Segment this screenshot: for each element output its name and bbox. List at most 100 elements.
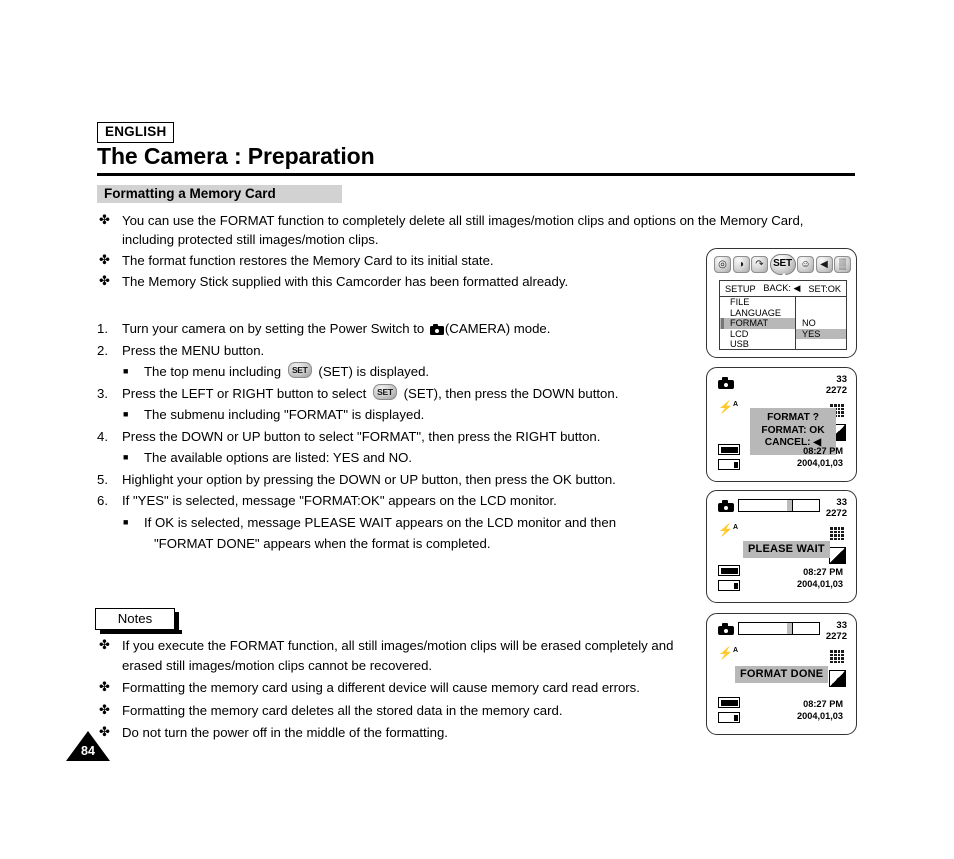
- camera-icon: [718, 623, 734, 635]
- playback-icon[interactable]: ↷: [751, 256, 768, 273]
- time-stamp: 08:27 PM: [803, 698, 843, 709]
- step-text: Highlight your option by pressing the DO…: [122, 471, 616, 487]
- flash-mode-label: A: [732, 401, 739, 408]
- date-stamp: 2004,01,03: [797, 710, 843, 721]
- bullet-icon: ✤: [99, 679, 110, 694]
- list-item: ✤ Formatting the memory card deletes all…: [97, 701, 697, 721]
- lcd-screen-format-prompt: ⚡A 33 2272 FORMAT ? FORMAT: OK CANCEL: ◀…: [706, 367, 857, 482]
- step-number: 4.: [97, 428, 108, 444]
- battery-empty-icon: [718, 580, 740, 591]
- flash-mode-label: A: [732, 524, 739, 531]
- image-quality-icon: [829, 670, 846, 687]
- time-stamp: 08:27 PM: [803, 445, 843, 456]
- speaker-glyph: ◀: [820, 258, 828, 270]
- shots-remaining: 33: [836, 497, 847, 508]
- resolution-label: 2272: [825, 385, 847, 396]
- list-item-text: If you execute the FORMAT function, all …: [122, 638, 674, 673]
- page-title: The Camera : Preparation: [97, 143, 375, 169]
- sub-step-text: The available options are listed: YES an…: [144, 450, 413, 465]
- step-number: 5.: [97, 471, 108, 487]
- menu-header-back: BACK: ◀: [763, 283, 801, 293]
- list-item-text: Do not turn the power off in the middle …: [122, 725, 448, 740]
- option-yes[interactable]: YES: [796, 328, 846, 339]
- flash-auto-icon: ⚡A: [718, 400, 739, 414]
- sub-step-item: ■ The top menu including (SET) is displa…: [97, 361, 697, 383]
- menu-item-file[interactable]: FILE: [720, 297, 795, 308]
- flash-mode-label: A: [732, 647, 739, 654]
- numbered-steps: 1. Turn your camera on by setting the Po…: [97, 318, 697, 555]
- square-bullet-icon: ■: [123, 452, 129, 462]
- menu-item-lcd[interactable]: LCD: [720, 329, 795, 340]
- user-profile-glyph: ☺: [800, 258, 811, 270]
- camera-icon: [718, 500, 734, 512]
- camera-mode-icon[interactable]: ◎: [714, 256, 731, 273]
- user-profile-icon[interactable]: ☺: [797, 256, 814, 273]
- step-text-cont: (CAMERA) mode.: [444, 321, 551, 336]
- page-number-marker: 84: [66, 731, 110, 761]
- list-item: ✤ Formatting the memory card using a dif…: [97, 678, 697, 698]
- set-menu-icon[interactable]: [769, 254, 796, 275]
- speaker-icon[interactable]: ◀: [815, 256, 833, 273]
- lcd-screen-setup-menu: ◎ ◑ ↷ ☺ ◀ ▒ SETUP BACK: ◀ SET:OK FILE LA…: [706, 248, 857, 358]
- grid-icon[interactable]: ▒: [834, 256, 851, 273]
- square-bullet-icon: ■: [123, 516, 129, 527]
- step-number: 3.: [97, 385, 108, 401]
- step-number: 1.: [97, 321, 108, 336]
- battery-full-icon: [718, 697, 740, 708]
- lcd-screen-format-done: ⚡A 33 2272 FORMAT DONE 08:27 PM 2004,01,…: [706, 613, 857, 735]
- language-badge: ENGLISH: [97, 122, 175, 143]
- shots-remaining: 33: [836, 620, 847, 631]
- section-header-label: Formatting a Memory Card: [104, 186, 276, 201]
- camera-icon: [718, 377, 734, 389]
- step-text: Press the MENU button.: [122, 342, 265, 358]
- set-chip-icon: [372, 383, 397, 400]
- progress-bar: [738, 498, 820, 513]
- status-message: FORMAT DONE: [735, 666, 829, 683]
- resolution-label: 2272: [825, 508, 847, 519]
- sub-step-text: If OK is selected, message PLEASE WAIT a…: [144, 514, 617, 530]
- list-item-text: The Memory Stick supplied with this Camc…: [122, 274, 569, 289]
- self-timer-icon[interactable]: ◑: [732, 256, 750, 273]
- resolution-label: 2272: [825, 631, 847, 642]
- step-text-cont: (SET), then press the DOWN button.: [399, 385, 619, 401]
- sub-step-item: ■ The available options are listed: YES …: [97, 447, 697, 469]
- battery-full-icon: [718, 565, 740, 576]
- square-bullet-icon: ■: [123, 409, 129, 419]
- step-text: Turn your camera on by setting the Power…: [122, 321, 428, 336]
- progress-divider: [792, 621, 794, 636]
- list-item-text: Formatting the memory card deletes all t…: [122, 702, 563, 718]
- step-text: Press the LEFT or RIGHT button to select: [122, 385, 370, 401]
- step-item: 4. Press the DOWN or UP button to select…: [97, 426, 697, 448]
- battery-empty-icon: [718, 459, 740, 470]
- page-number: 84: [81, 744, 95, 758]
- option-no[interactable]: NO: [796, 318, 846, 329]
- time-stamp: 08:27 PM: [803, 566, 843, 577]
- progress-divider: [792, 498, 794, 513]
- progress-bar: [738, 621, 820, 636]
- menu-item-format[interactable]: FORMAT: [720, 318, 795, 329]
- playback-glyph: ↷: [755, 258, 764, 270]
- sub-step-text: The submenu including "FORMAT" is displa…: [144, 407, 425, 422]
- sub-step-item: ■ If OK is selected, message PLEASE WAIT…: [97, 512, 704, 555]
- notes-label-box: Notes: [95, 608, 182, 634]
- sub-step-item: ■ The submenu including "FORMAT" is disp…: [97, 404, 697, 426]
- menu-item-language[interactable]: LANGUAGE: [720, 308, 795, 319]
- list-item-text: Formatting the memory card using a diffe…: [122, 680, 640, 695]
- menu-header-setok: SET:OK: [808, 283, 841, 294]
- square-bullet-icon: ■: [123, 366, 129, 376]
- list-item: ✤ You can use the FORMAT function to com…: [97, 211, 837, 249]
- dialog-line-2[interactable]: FORMAT: OK: [750, 425, 836, 438]
- list-item-text: The format function restores the Memory …: [122, 253, 494, 268]
- battery-full-icon: [718, 444, 740, 455]
- set-chip-icon: [287, 362, 312, 378]
- flash-auto-icon: ⚡A: [718, 523, 739, 537]
- language-badge-label: ENGLISH: [105, 124, 167, 139]
- camera-icon: [429, 324, 444, 335]
- title-rule: [97, 173, 855, 176]
- step-number: 2.: [97, 342, 108, 358]
- bullet-icon: ✤: [99, 252, 110, 267]
- battery-empty-icon: [718, 712, 740, 723]
- selection-pointer-icon: [777, 273, 791, 280]
- setup-menu-header: SETUP BACK: ◀ SET:OK: [720, 281, 846, 297]
- menu-item-usb[interactable]: USB: [720, 339, 795, 350]
